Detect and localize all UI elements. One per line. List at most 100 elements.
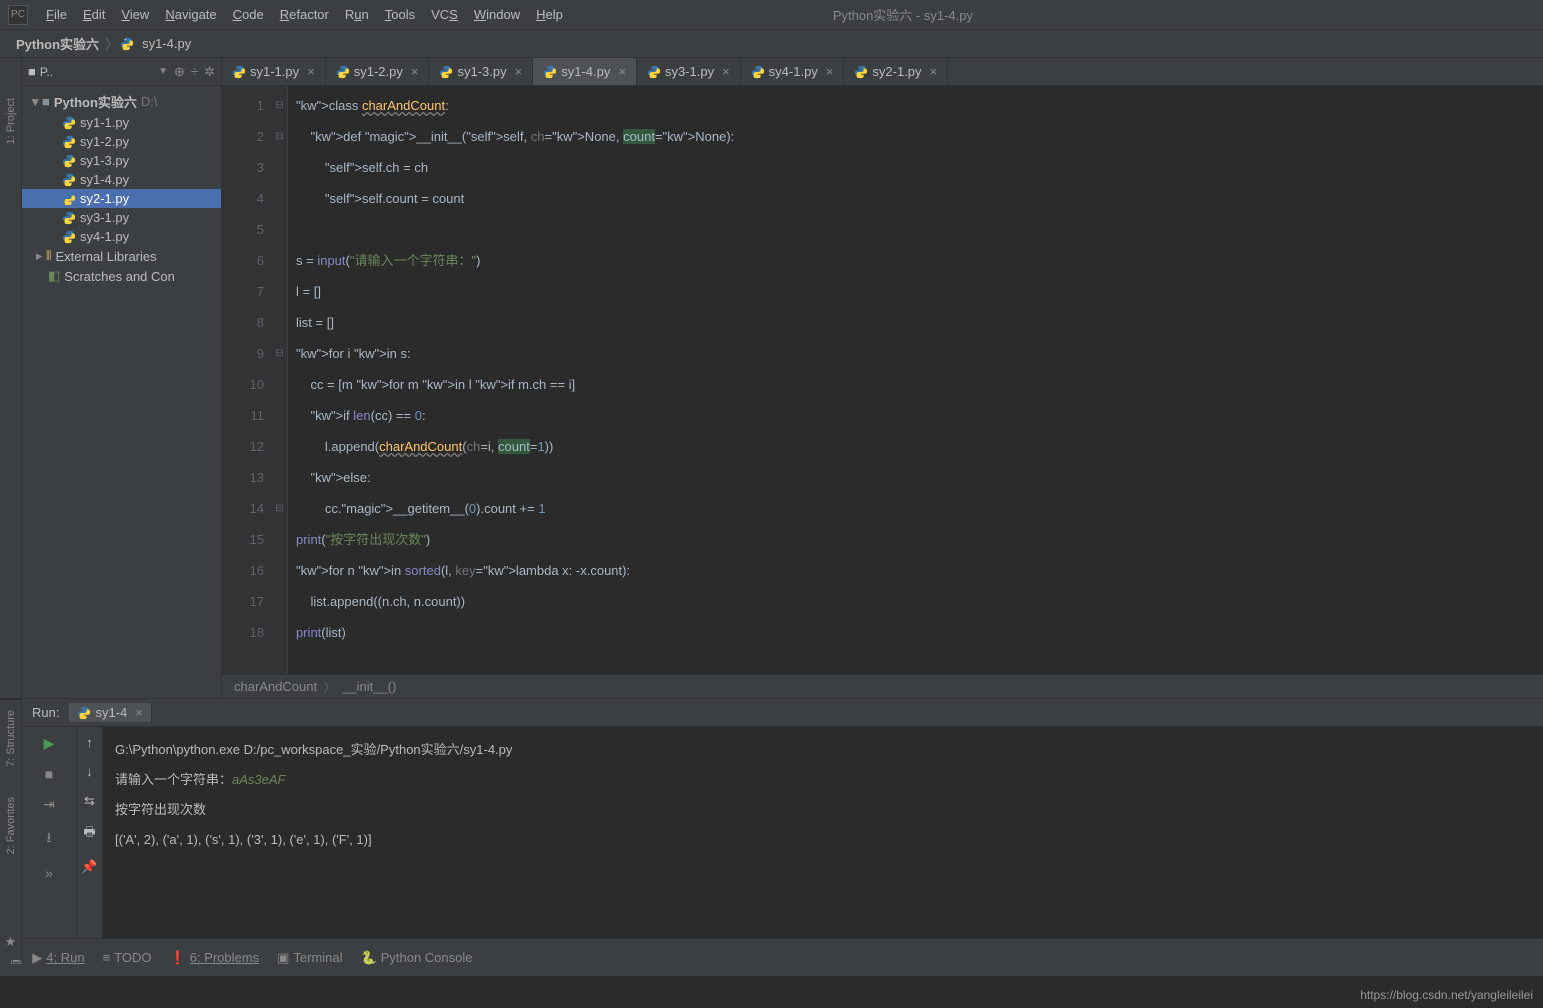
menu-file[interactable]: File bbox=[38, 7, 75, 22]
download-button[interactable]: ⭳ bbox=[40, 827, 58, 851]
menu-help[interactable]: Help bbox=[528, 7, 571, 22]
editor-tab[interactable]: sy4-1.py× bbox=[741, 58, 845, 85]
run-toolbar-2: ↑ ↓ ⇆ 🖶 📌 bbox=[77, 727, 103, 938]
menu-tools[interactable]: Tools bbox=[377, 7, 423, 22]
dropdown-icon[interactable]: ▼ bbox=[158, 66, 168, 77]
python-file-icon bbox=[439, 65, 453, 79]
python-file-icon bbox=[77, 706, 91, 720]
close-icon[interactable]: × bbox=[618, 64, 626, 79]
close-icon[interactable]: × bbox=[826, 64, 834, 79]
breadcrumb-separator-icon: 〉 bbox=[323, 677, 336, 696]
close-icon[interactable]: × bbox=[930, 64, 938, 79]
python-file-icon bbox=[62, 154, 76, 168]
python-file-icon bbox=[854, 65, 868, 79]
tree-file[interactable]: sy2-1.py bbox=[22, 189, 221, 208]
tree-file[interactable]: sy1-4.py bbox=[22, 170, 221, 189]
tree-file[interactable]: sy1-1.py bbox=[22, 113, 221, 132]
breadcrumb-project[interactable]: Python实验六 bbox=[12, 34, 103, 53]
status-bar: ▣ ▶ 4: Run ≡ TODO ❗ 6: Problems ▣ Termin… bbox=[0, 938, 1543, 976]
python-file-icon bbox=[647, 65, 661, 79]
tool-favorites[interactable]: 2: Favorites bbox=[5, 797, 17, 854]
menu-code[interactable]: Code bbox=[225, 7, 272, 22]
run-label: Run: bbox=[32, 705, 59, 720]
tree-file[interactable]: sy4-1.py bbox=[22, 227, 221, 246]
code-editor[interactable]: 123456789101112131415161718 ⊟⊟⊟⊟ "kw">cl… bbox=[222, 86, 1543, 674]
close-icon[interactable]: × bbox=[135, 705, 143, 720]
editor-tabs: sy1-1.py×sy1-2.py×sy1-3.py×sy1-4.py×sy3-… bbox=[222, 58, 1543, 86]
expand-icon[interactable]: ▾ bbox=[32, 94, 42, 110]
editor-area: sy1-1.py×sy1-2.py×sy1-3.py×sy1-4.py×sy3-… bbox=[222, 58, 1543, 698]
tree-external-libraries[interactable]: ▸ ⫴ External Libraries bbox=[22, 246, 221, 266]
run-panel-header: Run: sy1-4 × bbox=[22, 699, 1543, 727]
pin-button[interactable]: 📌 bbox=[81, 859, 97, 875]
python-file-icon bbox=[120, 37, 134, 51]
wrap-button[interactable]: ⇆ bbox=[84, 793, 95, 809]
up-button[interactable]: ↑ bbox=[86, 735, 93, 750]
python-file-icon bbox=[62, 192, 76, 206]
rerun-button[interactable]: ▶ bbox=[40, 735, 58, 752]
editor-tab[interactable]: sy1-1.py× bbox=[222, 58, 326, 85]
left-tool-gutter: 1: Project bbox=[0, 58, 22, 698]
expand-icon[interactable]: ▸ bbox=[36, 248, 46, 264]
exit-button[interactable]: ⇥ bbox=[40, 796, 58, 813]
breadcrumb-class[interactable]: charAndCount bbox=[234, 679, 317, 694]
print-button[interactable]: 🖶 bbox=[83, 823, 95, 845]
python-file-icon bbox=[62, 135, 76, 149]
close-icon[interactable]: × bbox=[411, 64, 419, 79]
bookmark-icon[interactable]: ★ bbox=[5, 934, 17, 950]
close-icon[interactable]: × bbox=[722, 64, 730, 79]
breadcrumb-file[interactable]: sy1-4.py bbox=[138, 36, 195, 51]
down-button[interactable]: ↓ bbox=[86, 764, 93, 779]
output-prompt-line: 请输入一个字符串：aAs3eAF bbox=[115, 765, 1531, 795]
tree-file[interactable]: sy1-3.py bbox=[22, 151, 221, 170]
tree-file[interactable]: sy3-1.py bbox=[22, 208, 221, 227]
collapse-icon[interactable]: ÷ bbox=[191, 64, 198, 79]
project-panel-header: ■ P.. ▼ ⊕ ÷ ✲ bbox=[22, 58, 221, 86]
editor-breadcrumb: charAndCount 〉 __init__() bbox=[222, 674, 1543, 698]
menu-window[interactable]: Window bbox=[466, 7, 528, 22]
python-file-icon bbox=[62, 211, 76, 225]
editor-tab[interactable]: sy1-2.py× bbox=[326, 58, 430, 85]
menu-run[interactable]: Run bbox=[337, 7, 377, 22]
project-panel: ■ P.. ▼ ⊕ ÷ ✲ ▾ ■ Python实验六 D:\ sy1-1.py… bbox=[22, 58, 222, 698]
target-icon[interactable]: ⊕ bbox=[174, 64, 185, 80]
tool-structure[interactable]: 7: Structure bbox=[5, 710, 17, 767]
tree-scratches[interactable]: ◧ Scratches and Con bbox=[22, 266, 221, 286]
run-panel: Run: sy1-4 × ▶ ■ ⇥ ⭳ » ↑ ↓ ⇆ 🖶 📌 G:\Pyth… bbox=[22, 698, 1543, 938]
status-terminal[interactable]: ▣ Terminal bbox=[277, 950, 342, 966]
editor-tab[interactable]: sy3-1.py× bbox=[637, 58, 741, 85]
code-content[interactable]: "kw">class charAndCount: "kw">def "magic… bbox=[288, 86, 1543, 674]
tool-project[interactable]: 1: Project bbox=[5, 98, 17, 144]
menu-navigate[interactable]: Navigate bbox=[157, 7, 224, 22]
app-logo-icon: PC bbox=[8, 5, 28, 25]
menu-view[interactable]: View bbox=[113, 7, 157, 22]
status-todo[interactable]: ≡ TODO bbox=[103, 950, 152, 965]
tree-file[interactable]: sy1-2.py bbox=[22, 132, 221, 151]
menu-bar: PC File Edit View Navigate Code Refactor… bbox=[0, 0, 1543, 30]
close-icon[interactable]: × bbox=[307, 64, 315, 79]
tree-root[interactable]: ▾ ■ Python实验六 D:\ bbox=[22, 90, 221, 113]
stop-button[interactable]: ■ bbox=[40, 766, 58, 782]
python-file-icon bbox=[62, 230, 76, 244]
run-body: ▶ ■ ⇥ ⭳ » ↑ ↓ ⇆ 🖶 📌 G:\Python\python.exe… bbox=[22, 727, 1543, 938]
close-icon[interactable]: × bbox=[515, 64, 523, 79]
menu-refactor[interactable]: Refactor bbox=[272, 7, 337, 22]
run-toolbar: ▶ ■ ⇥ ⭳ » bbox=[22, 727, 77, 938]
editor-tab[interactable]: sy1-4.py× bbox=[533, 58, 637, 85]
run-tab[interactable]: sy1-4 × bbox=[69, 703, 151, 722]
settings-icon[interactable]: ✲ bbox=[204, 64, 215, 80]
status-console[interactable]: 🐍 Python Console bbox=[361, 950, 473, 966]
menu-edit[interactable]: Edit bbox=[75, 7, 113, 22]
breadcrumb-separator-icon: 〉 bbox=[103, 34, 120, 53]
menu-vcs[interactable]: VCS bbox=[423, 7, 466, 22]
editor-tab[interactable]: sy2-1.py× bbox=[844, 58, 948, 85]
breadcrumb-method[interactable]: __init__() bbox=[342, 679, 396, 694]
status-problems[interactable]: ❗ 6: Problems bbox=[170, 950, 260, 966]
main-area: 1: Project ■ P.. ▼ ⊕ ÷ ✲ ▾ ■ Python实验六 D… bbox=[0, 58, 1543, 698]
folder-icon: ■ bbox=[42, 94, 50, 109]
status-run[interactable]: ▶ 4: Run bbox=[32, 950, 84, 966]
run-output[interactable]: G:\Python\python.exe D:/pc_workspace_实验/… bbox=[103, 727, 1543, 938]
scratch-icon: ◧ bbox=[48, 268, 60, 284]
more-button[interactable]: » bbox=[40, 865, 58, 881]
editor-tab[interactable]: sy1-3.py× bbox=[429, 58, 533, 85]
